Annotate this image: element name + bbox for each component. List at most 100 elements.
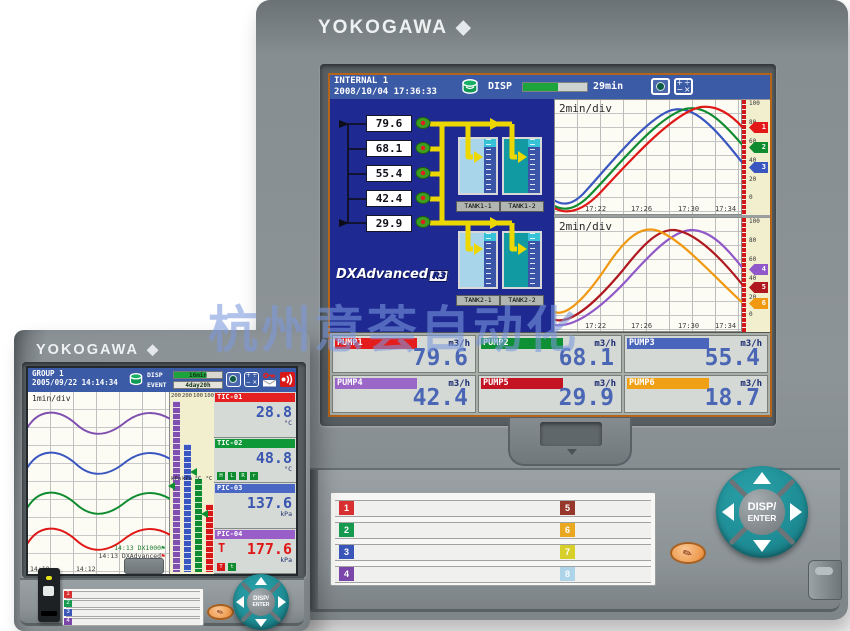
channel-number-tag: 7 [560, 545, 575, 559]
pen-icon: ✎ [216, 607, 226, 618]
channel-number-tag: 3 [339, 545, 354, 559]
label-row [335, 500, 651, 517]
gauge-scale: 100 [193, 393, 204, 399]
screen-header-large: INTERNAL 12008/10/04 17:36:33 DISP 29min… [330, 75, 770, 99]
side-latch[interactable] [808, 560, 842, 600]
disp-enter-key[interactable]: DISP/ENTER [247, 588, 275, 616]
green-flag-icon: ⚑ [161, 544, 165, 552]
scale-bar [742, 100, 746, 215]
screen-header-small: GROUP 12005/09/22 14:14:34 DISP EVENT 16… [28, 368, 296, 392]
memory-progress-fill [523, 83, 558, 91]
flow-value: 42.4 [366, 190, 412, 207]
datetime: 2008/10/04 17:36:33 [334, 87, 437, 97]
channel-tag-4: 4 [749, 264, 768, 275]
label-row [335, 544, 651, 561]
time-tick: 17:34 [715, 205, 736, 213]
eject-button[interactable] [43, 586, 54, 596]
pump-value: 55.4 [705, 345, 760, 371]
disp-enter-key[interactable]: DISP/ENTER [739, 489, 785, 535]
trend-chart-small: 1min/div 14:13 DX1000⚑ 14:13 DXAdvanced⚑… [28, 392, 170, 574]
time-tick: 17:22 [585, 205, 606, 213]
event-label: EVENT [147, 381, 167, 389]
pump-value: 18.7 [705, 385, 760, 411]
arrow-right-key[interactable] [278, 596, 286, 608]
bar-gauge-panel: 200 200 100 100 kPa kPa °C °C [170, 392, 214, 574]
gauge-unit: kPa [182, 476, 193, 482]
channel-name: TIC-01 [215, 393, 295, 402]
group-and-datetime: GROUP 12005/09/22 14:14:34 [32, 369, 118, 387]
key-lock-button[interactable]: ✎ [207, 604, 234, 620]
channel-cell: TIC-01 28.8 °C [214, 392, 296, 438]
pump-value: 29.9 [559, 385, 614, 411]
screen-small: GROUP 12005/09/22 14:14:34 DISP EVENT 16… [26, 366, 298, 576]
arrow-up-key[interactable] [753, 472, 771, 484]
scale-panel: 100 80 60 40 20 0 1 2 3 [742, 99, 770, 215]
scale-tick: 100 [749, 219, 760, 225]
channel-unit: °C [284, 419, 292, 427]
pump-name: PUMP6 [627, 378, 709, 389]
pump-name: PUMP1 [335, 338, 417, 349]
group-and-datetime: INTERNAL 12008/10/04 17:36:33 [334, 76, 437, 98]
math-function-icon: +÷−× [674, 78, 693, 95]
channel-name: TIC-02 [215, 439, 295, 448]
scale-tick: 0 [749, 312, 753, 318]
gauge-bar-2 [184, 444, 191, 572]
datetime: 2005/09/22 14:14:34 [32, 378, 118, 387]
pump-cell: PUMP1m3/h79.6 [332, 335, 476, 373]
pump-digital-panel: PUMP1m3/h79.6 PUMP2m3/h68.1 PUMP3m3/h55.… [330, 332, 770, 415]
door-latch[interactable] [508, 418, 632, 466]
arrow-up-key[interactable] [255, 577, 267, 585]
pump-cell: PUMP4m3/h42.4 [332, 375, 476, 413]
scale-tick: 60 [749, 257, 756, 263]
alarm-indicator: R [239, 472, 247, 480]
nav-pad-large: DISP/ENTER [716, 466, 808, 558]
door-latch-small[interactable] [124, 558, 164, 574]
channel-label-card: 1 2 3 4 [62, 588, 204, 626]
pump-name: PUMP4 [335, 378, 417, 389]
pen-icon: ✎ [681, 545, 695, 561]
channel-name: PIC-03 [215, 484, 295, 493]
time-tick: 17:22 [585, 322, 606, 330]
label-row [66, 600, 200, 608]
gauge-unit: °C [193, 476, 204, 482]
alarm-indicator: L [228, 472, 236, 480]
brand-text: YOKOGAWA [318, 17, 448, 38]
disp-label: DISP [488, 81, 512, 92]
channel-number-tag: 2 [339, 523, 354, 537]
key-lock-button[interactable]: ✎ [670, 542, 706, 564]
channel-cell: TIC-02 48.8 °C H L R r [214, 438, 296, 484]
nav-pad-small: DISP/ENTER [233, 574, 289, 630]
flow-value: 29.9 [366, 215, 412, 232]
trend-interval: 1min/div [32, 394, 71, 403]
gauge-pointer [201, 510, 208, 518]
enter-label: ENTER [253, 602, 270, 608]
time-remaining: 29min [593, 81, 623, 92]
alarm-indicator: t [228, 563, 236, 571]
channel-number-tag: 3 [64, 609, 72, 616]
arrow-down-key[interactable] [753, 540, 771, 552]
trend-chart-top: 2min/div 17:22 17:26 17:30 17:34 100 80 … [554, 99, 770, 215]
memory-drum-icon [128, 372, 144, 391]
arrow-down-key[interactable] [255, 619, 267, 627]
alarm-indicator: H [217, 472, 225, 480]
screen-large: INTERNAL 12008/10/04 17:36:33 DISP 29min… [328, 73, 772, 417]
product-photo: YOKOGAWA◆ INTERNAL 12008/10/04 17:36:33 … [0, 0, 850, 631]
gauge-pointer [190, 468, 197, 476]
trend-interval: 2min/div [559, 102, 612, 115]
card-slot[interactable] [41, 611, 57, 616]
flow-value: 55.4 [366, 165, 412, 182]
latch-arrow-icon [567, 449, 577, 455]
trend-chart-bottom: 2min/div 17:22 17:26 17:30 17:34 100 80 … [554, 215, 770, 332]
brand-text: YOKOGAWA [36, 342, 139, 358]
alarm-letter: T [218, 541, 225, 555]
channel-label-card: 1 2 3 4 5 6 7 8 [330, 492, 656, 586]
time-tick: 14:12 [76, 565, 96, 573]
latch-grip[interactable] [540, 422, 602, 446]
arrow-left-key[interactable] [236, 596, 244, 608]
scale-tick: 0 [749, 195, 753, 201]
piping-diagram [330, 99, 554, 332]
arrow-right-key[interactable] [790, 503, 802, 521]
arrow-left-key[interactable] [722, 503, 734, 521]
trend-plot: 2min/div 17:22 17:26 17:30 17:34 [554, 99, 742, 215]
label-row [66, 591, 200, 599]
